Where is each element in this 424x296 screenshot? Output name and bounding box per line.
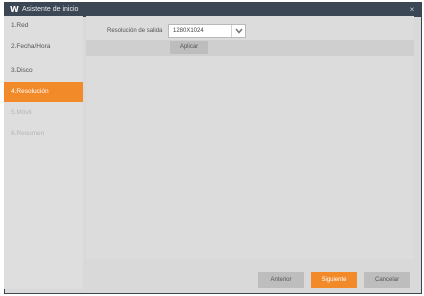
sidebar-item-resumen: 6.Resumen (11, 130, 45, 137)
next-button[interactable]: Siguiente (311, 272, 357, 288)
output-resolution-value: 1280X1024 (173, 28, 204, 34)
resolution-panel: Resolución de salida 1280X1024 Aplicar (86, 16, 414, 259)
brand-logo-icon: W (10, 5, 19, 14)
output-resolution-select[interactable]: 1280X1024 (168, 24, 246, 38)
close-button[interactable]: × (407, 3, 417, 17)
output-resolution-label: Resolución de salida (107, 28, 163, 34)
wizard-footer: Anterior Siguiente Cancelar (86, 261, 414, 289)
sidebar-item-movil: 5.Móvil (11, 109, 32, 116)
previous-button[interactable]: Anterior (258, 272, 304, 288)
title-bar: W Asistente de inicio × (5, 3, 421, 17)
dropdown-toggle[interactable] (231, 25, 245, 37)
apply-row: Aplicar (86, 40, 414, 56)
sidebar-item-disco[interactable]: 3.Disco (4, 61, 83, 81)
apply-button[interactable]: Aplicar (170, 41, 208, 54)
wizard-steps-sidebar: 1.Red 2.Fecha/Hora 3.Disco 4.Resolución … (4, 16, 83, 289)
window-title: Asistente de inicio (22, 6, 79, 13)
chevron-down-icon (235, 28, 243, 34)
cancel-button[interactable]: Cancelar (364, 272, 410, 288)
sidebar-item-fecha-hora[interactable]: 2.Fecha/Hora (4, 37, 83, 57)
sidebar-item-red[interactable]: 1.Red (4, 16, 83, 36)
sidebar-item-resolucion[interactable]: 4.Resolución (4, 82, 83, 102)
